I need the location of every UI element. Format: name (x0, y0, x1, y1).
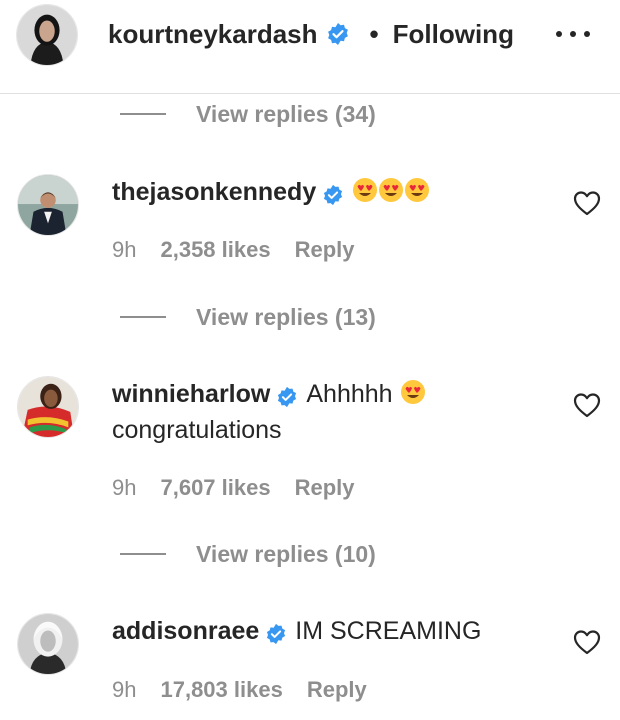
comment-text: addisonraee IM SCREAMING (112, 613, 532, 649)
comment-meta: 9h 7,607 likes Reply (112, 473, 355, 503)
comment-text: winnieharlowAhhhhh😍 congratulations (112, 376, 532, 448)
comment-username[interactable]: winnieharlow (112, 380, 270, 408)
avatar-addisonraee[interactable] (17, 613, 79, 675)
following-button[interactable]: Following (393, 19, 514, 50)
replies-divider-line (120, 553, 166, 555)
replies-divider-line (120, 113, 166, 115)
comment-time: 9h (112, 475, 137, 500)
more-options-icon[interactable] (556, 24, 590, 44)
view-replies-button[interactable]: View replies (34) (120, 98, 376, 130)
verified-badge-icon (265, 619, 287, 645)
heart-eyes-emoji-icon (352, 177, 378, 203)
verified-badge-icon (276, 382, 298, 408)
header-username[interactable]: kourtneykardash (108, 19, 318, 50)
reply-button[interactable]: Reply (295, 237, 355, 263)
comment-time: 9h (112, 237, 137, 262)
comment-username[interactable]: thejasonkennedy (112, 178, 316, 206)
replies-divider-line (120, 316, 166, 318)
comment-likes[interactable]: 2,358 likes (160, 237, 270, 263)
comment-likes[interactable]: 7,607 likes (160, 475, 270, 501)
comment-body: Ahhhhh (306, 380, 393, 408)
reply-button[interactable]: Reply (295, 475, 355, 501)
post-header: kourtneykardash • Following (0, 0, 620, 94)
comment-text: thejasonkennedy😍😍😍 (112, 174, 532, 210)
view-replies-label: View replies (13) (196, 303, 376, 330)
view-replies-button[interactable]: View replies (13) (120, 301, 376, 333)
comment-body-line2: congratulations (112, 416, 282, 444)
reply-button[interactable]: Reply (307, 677, 367, 703)
header-user-row: kourtneykardash • Following (108, 14, 514, 54)
view-replies-label: View replies (34) (196, 100, 376, 127)
like-heart-icon[interactable] (573, 190, 601, 216)
view-replies-button[interactable]: View replies (10) (120, 538, 376, 570)
like-heart-icon[interactable] (573, 629, 601, 655)
verified-badge-icon (326, 22, 350, 46)
comment-username[interactable]: addisonraee (112, 617, 259, 645)
heart-eyes-emoji-icon (378, 177, 404, 203)
comment-time: 9h (112, 677, 137, 702)
comment-likes[interactable]: 17,803 likes (160, 677, 282, 703)
like-heart-icon[interactable] (573, 392, 601, 418)
avatar-kourtneykardash[interactable] (16, 4, 78, 66)
heart-eyes-emoji-icon (404, 177, 430, 203)
heart-eyes-emoji-icon (400, 379, 426, 405)
avatar-thejasonkennedy[interactable] (17, 174, 79, 236)
header-separator: • (369, 18, 379, 49)
comment-body: IM SCREAMING (295, 617, 482, 645)
view-replies-label: View replies (10) (196, 540, 376, 567)
comment-meta: 9h 2,358 likes Reply (112, 235, 355, 265)
verified-badge-icon (322, 180, 344, 206)
avatar-winnieharlow[interactable] (17, 376, 79, 438)
comment-meta: 9h 17,803 likes Reply (112, 675, 367, 705)
